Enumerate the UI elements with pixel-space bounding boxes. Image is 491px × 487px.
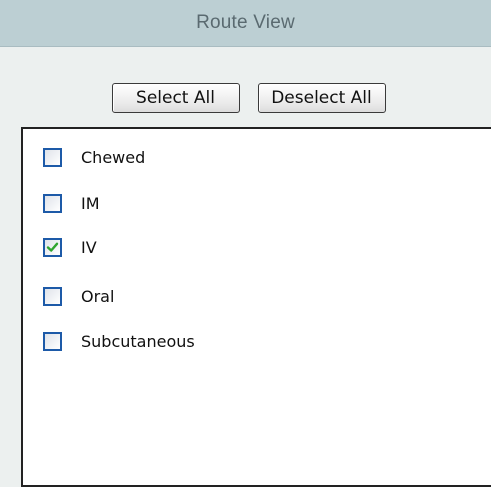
select-all-button[interactable]: Select All (111, 83, 240, 113)
route-item-iv[interactable]: IV (43, 235, 97, 259)
route-item-oral[interactable]: Oral (43, 284, 114, 308)
route-list: Chewed IM IV Oral Subcutaneous (21, 127, 491, 487)
route-item-chewed[interactable]: Chewed (43, 145, 145, 169)
deselect-all-button[interactable]: Deselect All (257, 83, 386, 113)
route-checkbox[interactable] (43, 193, 62, 213)
route-checkbox[interactable] (43, 147, 62, 167)
route-label: IM (81, 193, 100, 213)
route-label: Oral (81, 286, 115, 306)
route-checkbox[interactable] (43, 237, 62, 257)
selection-toolbar: Select All Deselect All (0, 83, 491, 113)
route-item-im[interactable]: IM (43, 191, 100, 215)
route-label: Subcutaneous (81, 331, 195, 351)
route-checkbox[interactable] (43, 286, 62, 306)
route-label: IV (81, 237, 97, 257)
route-checkbox[interactable] (43, 331, 62, 351)
route-item-subcutaneous[interactable]: Subcutaneous (43, 329, 195, 353)
panel-header: Route View (0, 0, 491, 47)
check-icon (46, 242, 59, 252)
panel-title: Route View (196, 12, 295, 33)
route-label: Chewed (81, 147, 146, 167)
